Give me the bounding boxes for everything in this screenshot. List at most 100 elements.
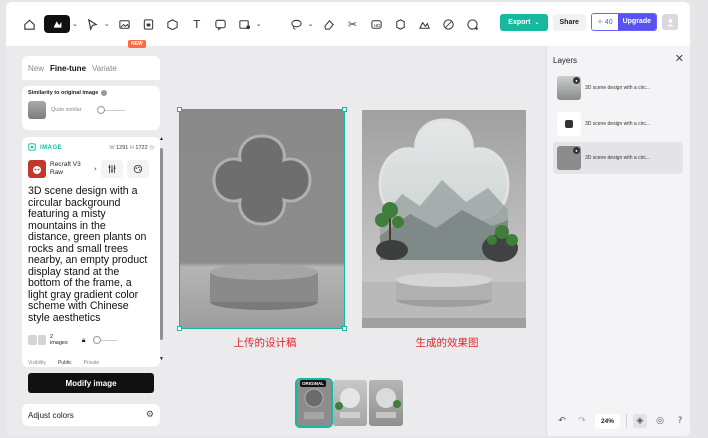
share-button[interactable]: Share xyxy=(552,13,586,31)
mask-icon[interactable]: ◎ xyxy=(653,414,667,428)
undo-icon[interactable]: ↶ xyxy=(555,414,569,428)
close-icon[interactable]: ✕ xyxy=(675,52,684,65)
help-icon[interactable]: ? xyxy=(673,414,687,428)
image-header: IMAGE W 1291 H 1722 ◷ xyxy=(28,143,154,153)
model-name[interactable]: Recraft V3 Raw xyxy=(50,161,90,177)
image-dimensions[interactable]: W 1291 H 1722 ◷ xyxy=(109,145,154,151)
settings-sliders-button[interactable] xyxy=(100,160,123,178)
modify-image-button[interactable]: Modify image xyxy=(28,373,154,393)
layer-item-selected[interactable]: ● 3D scene design with a circ... xyxy=(553,142,683,174)
vectorize-tool-icon[interactable] xyxy=(392,15,410,33)
similarity-slider[interactable] xyxy=(96,105,125,114)
similarity-title: Similarity to original image xyxy=(28,90,154,96)
layer-item[interactable]: ● 3D scene design with a circ... xyxy=(553,72,683,104)
chevron-down-icon[interactable]: ⌄ xyxy=(256,20,262,28)
canvas-controls: ↶ ↷ 24% ◈ ◎ ? xyxy=(547,406,690,436)
image-settings-card: IMAGE W 1291 H 1722 ◷ Recraft V3 Raw › 3… xyxy=(22,137,160,367)
resize-handle[interactable] xyxy=(342,107,347,112)
count-slider[interactable] xyxy=(93,335,118,344)
redo-icon[interactable]: ↷ xyxy=(575,414,589,428)
toolbar-actions: Export ⌄ Share ✧ 40 Upgrade xyxy=(500,13,678,31)
image-section-label: IMAGE xyxy=(40,145,63,151)
visibility-label: Visibility xyxy=(28,360,46,366)
divider xyxy=(626,414,628,428)
pointer-tool-icon[interactable] xyxy=(84,15,102,33)
adjust-colors-row[interactable]: Adjust colors ⚙ xyxy=(22,404,160,426)
slider-knob[interactable] xyxy=(96,105,105,114)
adjust-colors-label: Adjust colors xyxy=(28,410,74,420)
resize-handle[interactable] xyxy=(177,326,182,331)
layer-thumbnail: ● xyxy=(557,76,581,100)
app-window: ⌄ ⌄ T ⌄ NEW ⌄ ✂ HD Export ⌄ Share ✧ 40 U… xyxy=(6,2,690,436)
model-thumbnail xyxy=(28,160,46,178)
mode-tabs: New Fine-tune Variate xyxy=(22,56,160,80)
artboard-design-draft[interactable] xyxy=(177,107,347,331)
tab-fine-tune[interactable]: Fine-tune xyxy=(50,64,86,73)
generated-scene-illustration xyxy=(362,118,526,328)
model-row: Recraft V3 Raw › xyxy=(28,160,154,178)
slider-knob[interactable] xyxy=(93,335,102,344)
text-tool-icon[interactable]: T xyxy=(188,15,206,33)
chevron-right-icon[interactable]: › xyxy=(94,165,97,173)
credits-count[interactable]: ✧ 40 xyxy=(591,14,618,30)
user-avatar[interactable] xyxy=(662,14,678,30)
new-badge: NEW xyxy=(128,40,146,48)
chevron-down-icon[interactable]: ⌄ xyxy=(72,20,78,28)
brand-logo-button[interactable] xyxy=(44,15,70,33)
layer-name: 3D scene design with a circ... xyxy=(585,85,651,91)
image-tool-icon[interactable] xyxy=(116,15,134,33)
visibility-private[interactable]: Private xyxy=(84,360,100,366)
chevron-down-icon[interactable]: ⌄ xyxy=(104,20,110,28)
scroll-up-icon[interactable]: ▲ xyxy=(159,136,164,142)
design-draft-illustration xyxy=(210,134,318,310)
credits-group: ✧ 40 Upgrade xyxy=(590,13,657,31)
layer-item[interactable]: 3D scene design with a circ... xyxy=(553,108,683,140)
layer-name: 3D scene design with a circ... xyxy=(585,121,651,127)
color-palette-button[interactable] xyxy=(126,160,149,178)
help-icon[interactable] xyxy=(101,90,108,96)
comment-tool-icon[interactable] xyxy=(212,15,230,33)
style-tool-icon[interactable] xyxy=(416,15,434,33)
upscale-tool-icon[interactable]: HD xyxy=(368,15,386,33)
image-edit-icon[interactable] xyxy=(236,15,254,33)
thumbnail-illustration xyxy=(335,388,360,418)
upgrade-button[interactable]: Upgrade xyxy=(617,14,656,30)
tab-variate[interactable]: Variate xyxy=(92,64,117,73)
layer-name: 3D scene design with a circ... xyxy=(585,155,651,161)
scrollbar-thumb[interactable] xyxy=(160,148,163,340)
similarity-level-label: Quite similar xyxy=(51,107,82,113)
tab-new[interactable]: New xyxy=(28,64,44,73)
prompt-text[interactable]: 3D scene design with a circular backgrou… xyxy=(28,185,148,324)
resize-handle[interactable] xyxy=(177,107,182,112)
eye-icon[interactable]: ● xyxy=(573,147,580,154)
top-toolbar: ⌄ ⌄ T ⌄ NEW ⌄ ✂ HD Export ⌄ Share ✧ 40 U… xyxy=(6,2,690,48)
visibility-row: Visibility Public Private xyxy=(28,360,99,366)
palette-icon xyxy=(133,164,142,174)
resize-handle[interactable] xyxy=(342,326,347,331)
frame-tool-icon[interactable] xyxy=(140,15,158,33)
zoom-level[interactable]: 24% xyxy=(595,413,621,429)
scroll-down-icon[interactable]: ▼ xyxy=(159,356,164,362)
artboard-generated-result[interactable] xyxy=(362,110,526,328)
panel-scrollbar[interactable]: ▲ ▼ xyxy=(159,136,164,362)
chevron-down-icon[interactable]: ⌄ xyxy=(308,20,314,28)
palette-tool-icon[interactable] xyxy=(440,15,458,33)
layers-icon[interactable]: ◈ xyxy=(633,414,648,428)
eraser-tool-icon[interactable] xyxy=(320,15,338,33)
mockup-tool-icon[interactable] xyxy=(164,15,182,33)
visibility-public[interactable]: Public xyxy=(58,360,72,366)
width-label: W xyxy=(109,145,115,151)
thumbnail-original[interactable]: ORIGINAL xyxy=(295,378,333,428)
thumbnail-variant-2[interactable] xyxy=(369,380,403,426)
export-button[interactable]: Export ⌄ xyxy=(500,13,548,31)
scissors-icon[interactable]: ✂ xyxy=(344,15,362,33)
chevron-down-icon: ⌄ xyxy=(534,18,540,26)
eye-icon[interactable]: ● xyxy=(573,77,580,84)
magic-tool-icon[interactable] xyxy=(464,15,482,33)
image-icon xyxy=(28,143,36,153)
thumbnail-variant-1[interactable] xyxy=(333,380,367,426)
similarity-card: Similarity to original image Quite simil… xyxy=(22,86,160,130)
home-icon[interactable] xyxy=(20,15,38,33)
image-count-selector[interactable] xyxy=(28,335,46,345)
lasso-tool-icon[interactable] xyxy=(288,15,306,33)
